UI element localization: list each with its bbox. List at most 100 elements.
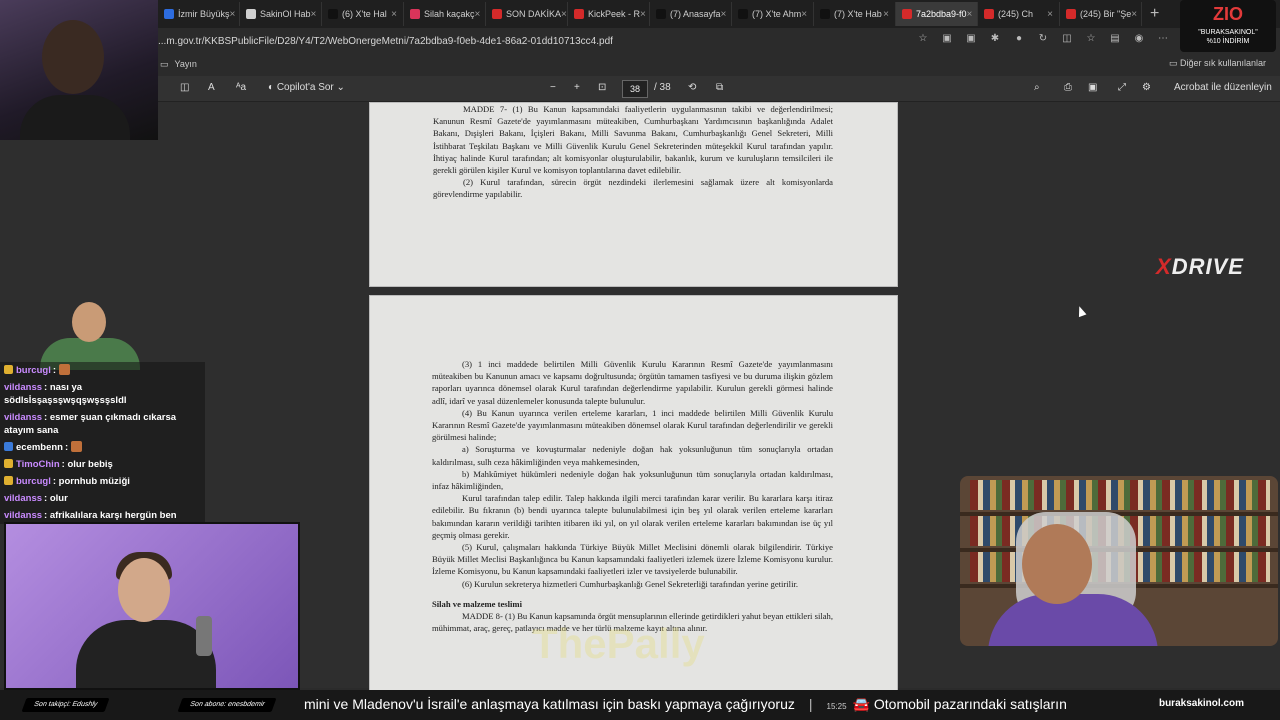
webcam-person-body	[76, 620, 216, 688]
tab-close-icon[interactable]: ×	[475, 9, 481, 20]
browser-tab[interactable]: (7) X'te Hab ×	[814, 2, 896, 26]
chat-username[interactable]: burcugl	[16, 365, 51, 376]
browser-tab[interactable]: Silah kaçakç ×	[404, 2, 486, 26]
translate-icon[interactable]: ᴬa	[236, 82, 246, 93]
page-total: / 38	[654, 82, 671, 93]
browser-tab[interactable]: İzmir Büyükş ×	[158, 2, 240, 26]
tab-favicon-icon	[984, 9, 994, 19]
chat-username[interactable]: vildanss	[4, 382, 42, 393]
new-tab-button[interactable]: +	[1150, 5, 1159, 23]
browser-tab[interactable]: (245) Ch ×	[978, 2, 1060, 26]
watermark: ThePally	[532, 620, 705, 667]
collections-icon[interactable]: ▤	[1108, 33, 1122, 47]
browser-tab[interactable]: 7a2bdba9-f0 ×	[896, 2, 978, 26]
tab-favicon-icon	[656, 9, 666, 19]
chat-message: burcugl: pornhub müziği	[0, 473, 205, 490]
profile-avatar-icon[interactable]: ◉	[1132, 33, 1146, 47]
chat-badge-icon	[4, 442, 13, 451]
guest-webcam-top-left	[0, 0, 158, 140]
pdf-heading: Silah ve malzeme teslimi	[432, 598, 522, 609]
rotate-icon[interactable]: ⟲	[688, 82, 696, 93]
tab-close-icon[interactable]: ×	[967, 9, 973, 20]
chat-username[interactable]: TimoChin	[16, 459, 60, 470]
ticker-time: 15:25	[826, 702, 847, 711]
tab-close-icon[interactable]: ×	[721, 9, 727, 20]
tab-close-icon[interactable]: ×	[561, 9, 567, 20]
webcam-person-head	[42, 20, 104, 94]
tab-label: KickPeek - R	[588, 9, 641, 19]
chat-username[interactable]: vildanss	[4, 412, 42, 423]
pdf-paragraph: (3) 1 inci maddede belirtilen Milli Güve…	[432, 359, 833, 406]
chat-username[interactable]: burcugl	[16, 476, 51, 487]
chat-badge-icon	[4, 365, 13, 374]
tab-close-icon[interactable]: ×	[1047, 9, 1053, 20]
page-number-input[interactable]: 38	[622, 80, 648, 98]
browser-tab[interactable]: SakinOl Hab ×	[240, 2, 322, 26]
chat-username[interactable]: ecembenn	[16, 442, 63, 453]
browser-tab[interactable]: SON DAKİKA ×	[486, 2, 568, 26]
favorites-icon[interactable]: ☆	[1084, 33, 1098, 47]
tab-close-icon[interactable]: ×	[230, 9, 236, 20]
tab-close-icon[interactable]: ×	[1131, 9, 1137, 20]
bookmark-item[interactable]: Yayın	[175, 59, 197, 69]
pdf-paragraph: a) Soruşturma ve kovuşturmalar nedeniyle…	[432, 444, 833, 467]
page-view-icon[interactable]: ⧉	[716, 82, 723, 93]
fullscreen-icon[interactable]: ⤢	[1118, 82, 1126, 93]
stream-footer: Son takipçi: Edushly Son abone: enesbdem…	[0, 690, 1280, 720]
more-menu-icon[interactable]: ⋯	[1156, 33, 1170, 47]
chat-emote-icon	[58, 364, 70, 375]
webcam-person-head	[118, 558, 170, 622]
acrobat-edit-button[interactable]: Acrobat ile düzenleyin	[1174, 82, 1272, 93]
chat-text: : pornhub müziği	[52, 476, 130, 487]
tab-label: 7a2bdba9-f0	[916, 9, 967, 19]
chat-username[interactable]: vildanss	[4, 493, 42, 504]
extension-icon[interactable]: ✱	[988, 33, 1002, 47]
extension-icon[interactable]: ▣	[940, 33, 954, 47]
tab-close-icon[interactable]: ×	[311, 9, 317, 20]
tab-favicon-icon	[820, 9, 830, 19]
favorite-star-icon[interactable]: ☆	[916, 33, 930, 47]
search-icon[interactable]: ⌕	[1034, 82, 1040, 93]
tab-close-icon[interactable]: ×	[391, 9, 397, 20]
sidebar-toggle-icon[interactable]: ◫	[180, 82, 189, 93]
tab-favicon-icon	[164, 9, 174, 19]
split-screen-icon[interactable]: ◫	[1060, 33, 1074, 47]
extension-icon[interactable]: ▣	[964, 33, 978, 47]
browser-tab[interactable]: (6) X'te Hal ×	[322, 2, 404, 26]
tab-label: SakinOl Hab	[260, 9, 311, 19]
zoom-out-icon[interactable]: −	[550, 82, 556, 93]
browser-tab[interactable]: (7) X'te Ahm ×	[732, 2, 814, 26]
copilot-button[interactable]: ◐ Copilot'a Sor ⌄	[268, 82, 345, 93]
chat-emote-icon	[70, 441, 82, 452]
tab-close-icon[interactable]: ×	[640, 9, 646, 20]
save-icon[interactable]: ▣	[1088, 82, 1097, 93]
screen: İzmir Büyükş × SakinOl Hab × (6) X'te Hal × Si…	[0, 0, 1280, 720]
chat-username[interactable]: vildanss	[4, 510, 42, 521]
url-text[interactable]: ...m.gov.tr/KKBSPublicFile/D28/Y4/T2/Web…	[158, 36, 613, 47]
tab-label: (245) Ch	[998, 9, 1034, 19]
chat-message: TimoChin: olur bebiş	[0, 456, 205, 473]
tab-favicon-icon	[902, 9, 912, 19]
fit-page-icon[interactable]: ⊡	[598, 82, 606, 93]
tab-close-icon[interactable]: ×	[801, 9, 807, 20]
xdrive-text: DRIVE	[1171, 254, 1244, 279]
zoom-in-icon[interactable]: +	[574, 82, 580, 93]
address-bar[interactable]: ...m.gov.tr/KKBSPublicFile/D28/Y4/T2/Web…	[0, 28, 1280, 54]
browser-tab[interactable]: (245) Bir "Şe ×	[1060, 2, 1142, 26]
refresh-icon[interactable]: ↻	[1036, 33, 1050, 47]
chat-message: ecembenn:	[0, 439, 205, 456]
other-bookmarks[interactable]: ▭ Diğer sık kullanılanlar	[1169, 58, 1266, 69]
print-icon[interactable]: ⎙	[1064, 82, 1072, 93]
tab-favicon-icon	[738, 9, 748, 19]
browser-tab[interactable]: KickPeek - R ×	[568, 2, 650, 26]
tab-label: (7) Anasayfa	[670, 9, 721, 19]
copilot-label: Copilot'a Sor	[276, 82, 334, 93]
browser-tab[interactable]: (7) Anasayfa ×	[650, 2, 732, 26]
extension-icon[interactable]: ●	[1012, 33, 1026, 47]
read-aloud-icon[interactable]: A	[208, 82, 215, 93]
settings-gear-icon[interactable]: ⚙	[1142, 82, 1151, 93]
pdf-paragraph: MADDE 7- (1) Bu Kanun kapsamındaki faali…	[433, 104, 833, 176]
tab-close-icon[interactable]: ×	[883, 9, 889, 20]
ticker-headline: 🚘 Otomobil pazarındaki satışların	[852, 696, 1067, 712]
ticker-headline: mini ve Mladenov'u İsrail'e anlaşmaya ka…	[304, 696, 795, 712]
